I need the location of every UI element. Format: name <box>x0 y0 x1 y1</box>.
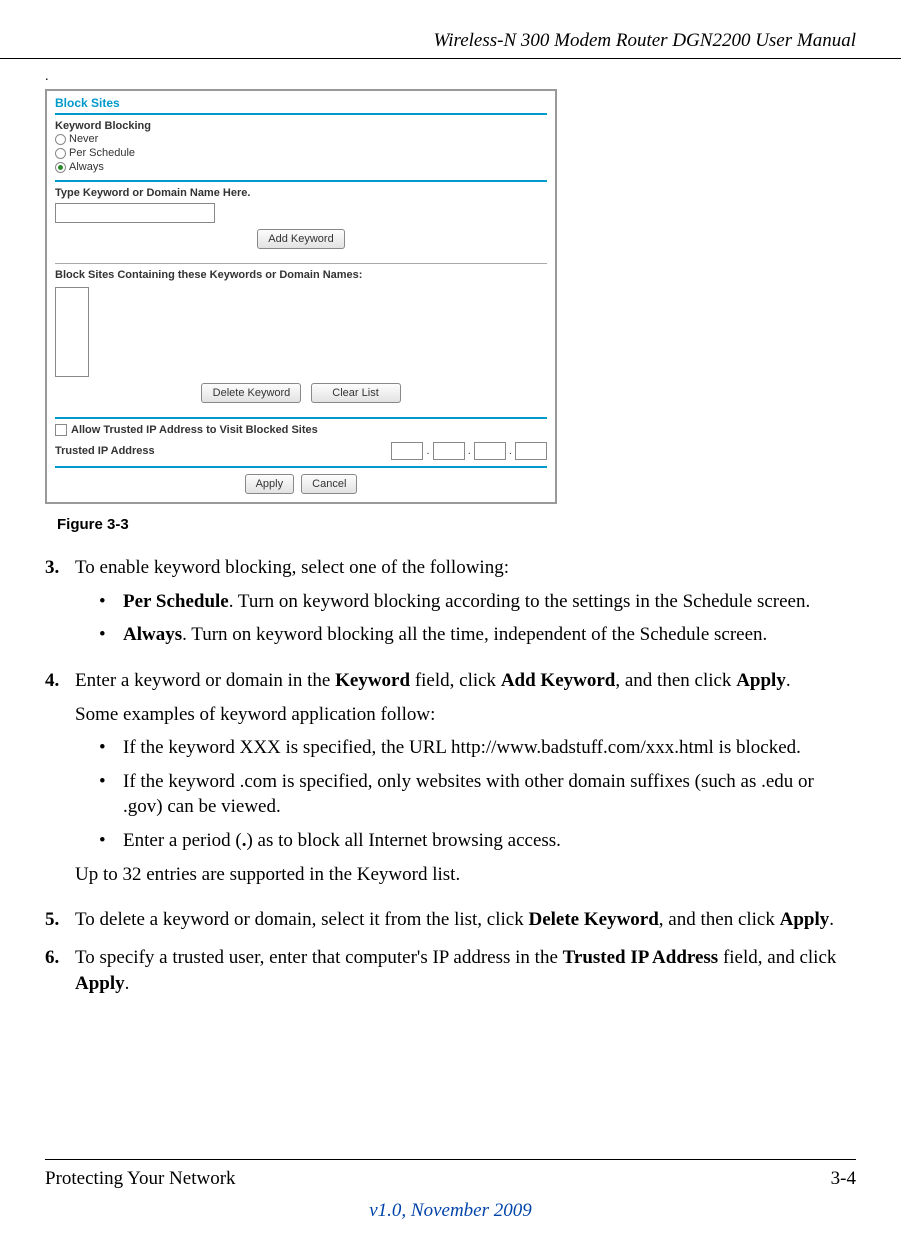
bullet-mark: • <box>99 828 123 854</box>
block-list-section: Block Sites Containing these Keywords or… <box>47 264 555 417</box>
step-6: 6. To specify a trusted user, enter that… <box>45 945 856 996</box>
footer-page-number: 3-4 <box>831 1168 856 1190</box>
ip-octet-4[interactable] <box>515 442 547 460</box>
bullet-mark: • <box>99 622 123 648</box>
text-part: field, and click <box>718 947 836 968</box>
keyword-blocking-section: Keyword Blocking Never Per Schedule Alwa… <box>47 115 555 180</box>
text-bold: Apply <box>780 909 830 930</box>
bullet-text: . Turn on keyword blocking all the time,… <box>182 624 767 645</box>
type-keyword-section: Type Keyword or Domain Name Here. Add Ke… <box>47 182 555 263</box>
bullet-per-schedule: • Per Schedule. Turn on keyword blocking… <box>99 589 856 615</box>
page-content: . Block Sites Keyword Blocking Never Per… <box>0 69 901 996</box>
ip-octet-3[interactable] <box>474 442 506 460</box>
keyword-input[interactable] <box>55 203 215 223</box>
figure-caption: Figure 3-3 <box>57 516 856 533</box>
allow-trusted-checkbox[interactable] <box>55 424 67 436</box>
step-paragraph: Up to 32 entries are supported in the Ke… <box>75 862 856 888</box>
text-part: To specify a trusted user, enter that co… <box>75 947 563 968</box>
bullet-bold: Per Schedule <box>123 591 229 612</box>
form-actions: Apply Cancel <box>47 468 555 502</box>
page-header-title: Wireless-N 300 Modem Router DGN2200 User… <box>0 30 901 59</box>
bullet-period: • Enter a period (.) as to block all Int… <box>99 828 856 854</box>
radio-always-row[interactable]: Always <box>55 160 547 174</box>
bullet-mark: • <box>99 589 123 615</box>
step-number: 4. <box>45 668 75 895</box>
add-keyword-button[interactable]: Add Keyword <box>257 229 344 249</box>
step-number: 3. <box>45 555 75 656</box>
block-sites-figure: Block Sites Keyword Blocking Never Per S… <box>45 89 557 504</box>
radio-never-row[interactable]: Never <box>55 132 547 146</box>
trusted-ip-section: Allow Trusted IP Address to Visit Blocke… <box>47 419 555 466</box>
text-part: . <box>829 909 834 930</box>
bullet-mark: • <box>99 769 123 820</box>
text-part: ) as to block all Internet browsing acce… <box>246 830 560 851</box>
text-part: Enter a keyword or domain in the <box>75 670 335 691</box>
radio-icon <box>55 162 66 173</box>
page-footer: Protecting Your Network 3-4 v1.0, Novemb… <box>0 1159 901 1222</box>
ip-input-group: . . . <box>391 442 547 460</box>
keyword-listbox[interactable] <box>55 287 89 377</box>
step-3: 3. To enable keyword blocking, select on… <box>45 555 856 656</box>
step-paragraph: Some examples of keyword application fol… <box>75 702 856 728</box>
bullet-bold: Always <box>123 624 182 645</box>
radio-icon <box>55 134 66 145</box>
bullet-text: If the keyword XXX is specified, the URL… <box>123 735 801 761</box>
instruction-list: 3. To enable keyword blocking, select on… <box>45 555 856 996</box>
trusted-ip-label: Trusted IP Address <box>55 445 155 457</box>
text-part: To delete a keyword or domain, select it… <box>75 909 528 930</box>
bullet-always: • Always. Turn on keyword blocking all t… <box>99 622 856 648</box>
text-bold: Delete Keyword <box>528 909 658 930</box>
bullet-text: If the keyword .com is specified, only w… <box>123 769 856 820</box>
bullet-mark: • <box>99 735 123 761</box>
bullet-text: . Turn on keyword blocking according to … <box>229 591 811 612</box>
radio-per-schedule-row[interactable]: Per Schedule <box>55 146 547 160</box>
radio-icon <box>55 148 66 159</box>
step-text: To enable keyword blocking, select one o… <box>75 557 509 578</box>
ip-octet-1[interactable] <box>391 442 423 460</box>
step-number: 5. <box>45 907 75 933</box>
footer-section-title: Protecting Your Network <box>45 1168 236 1190</box>
text-part: , and then click <box>659 909 780 930</box>
clear-list-button[interactable]: Clear List <box>311 383 401 403</box>
step-5: 5. To delete a keyword or domain, select… <box>45 907 856 933</box>
delete-keyword-button[interactable]: Delete Keyword <box>201 383 301 403</box>
allow-trusted-label: Allow Trusted IP Address to Visit Blocke… <box>71 424 318 436</box>
block-sites-heading: Block Sites <box>47 91 555 113</box>
bullet-com: • If the keyword .com is specified, only… <box>99 769 856 820</box>
text-bold: Add Keyword <box>501 670 616 691</box>
text-part: , and then click <box>615 670 736 691</box>
step-4: 4. Enter a keyword or domain in the Keyw… <box>45 668 856 895</box>
text-bold: Trusted IP Address <box>563 947 719 968</box>
block-list-label: Block Sites Containing these Keywords or… <box>55 269 547 281</box>
text-bold: Apply <box>736 670 786 691</box>
cancel-button[interactable]: Cancel <box>301 474 357 494</box>
radio-per-schedule-label: Per Schedule <box>69 147 135 159</box>
content-marker: . <box>45 69 856 85</box>
apply-button[interactable]: Apply <box>245 474 295 494</box>
text-part: Enter a period ( <box>123 830 242 851</box>
text-bold: Keyword <box>335 670 410 691</box>
text-part: . <box>786 670 791 691</box>
keyword-blocking-label: Keyword Blocking <box>55 120 547 132</box>
type-keyword-label: Type Keyword or Domain Name Here. <box>55 187 547 199</box>
text-part: field, click <box>410 670 501 691</box>
bullet-xxx: • If the keyword XXX is specified, the U… <box>99 735 856 761</box>
footer-version: v1.0, November 2009 <box>45 1200 856 1222</box>
radio-always-label: Always <box>69 161 104 173</box>
step-number: 6. <box>45 945 75 996</box>
text-part: . <box>125 973 130 994</box>
text-bold: Apply <box>75 973 125 994</box>
radio-never-label: Never <box>69 133 98 145</box>
ip-octet-2[interactable] <box>433 442 465 460</box>
